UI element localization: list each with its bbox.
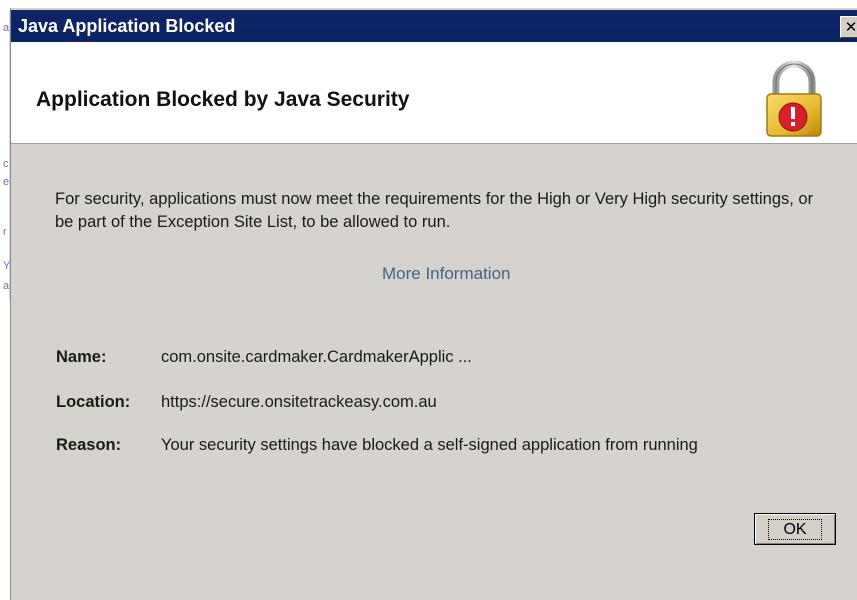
java-blocked-dialog: Java Application Blocked ✕ Application B… <box>10 8 857 600</box>
more-information-link[interactable]: More Information <box>382 264 511 284</box>
ok-button-label: OK <box>768 518 822 540</box>
security-message: For security, applications must now meet… <box>55 190 814 231</box>
padlock-warning-icon <box>766 60 822 137</box>
detail-label: Name: <box>56 348 107 366</box>
detail-value: com.onsite.cardmaker.CardmakerApplic ... <box>161 348 472 366</box>
dialog-header: Application Blocked by Java Security <box>11 42 857 144</box>
background-text-fragment: a <box>3 280 10 292</box>
close-button[interactable]: ✕ <box>840 16 857 38</box>
ok-button[interactable]: OK <box>754 513 836 545</box>
detail-value: Your security settings have blocked a se… <box>161 436 698 454</box>
background-text-fragment: e <box>3 176 10 188</box>
window-title: Java Application Blocked <box>18 16 236 36</box>
background-text-fragment: c <box>3 158 9 170</box>
background-text-fragment: a <box>3 22 10 34</box>
detail-label: Location: <box>56 393 131 411</box>
detail-label: Reason: <box>56 436 122 454</box>
background-text-fragment: r <box>3 226 7 238</box>
detail-value: https://secure.onsitetrackeasy.com.au <box>161 393 437 411</box>
title-bar[interactable]: Java Application Blocked ✕ <box>11 10 857 42</box>
close-icon: ✕ <box>844 18 857 36</box>
header-title: Application Blocked by Java Security <box>36 88 410 111</box>
